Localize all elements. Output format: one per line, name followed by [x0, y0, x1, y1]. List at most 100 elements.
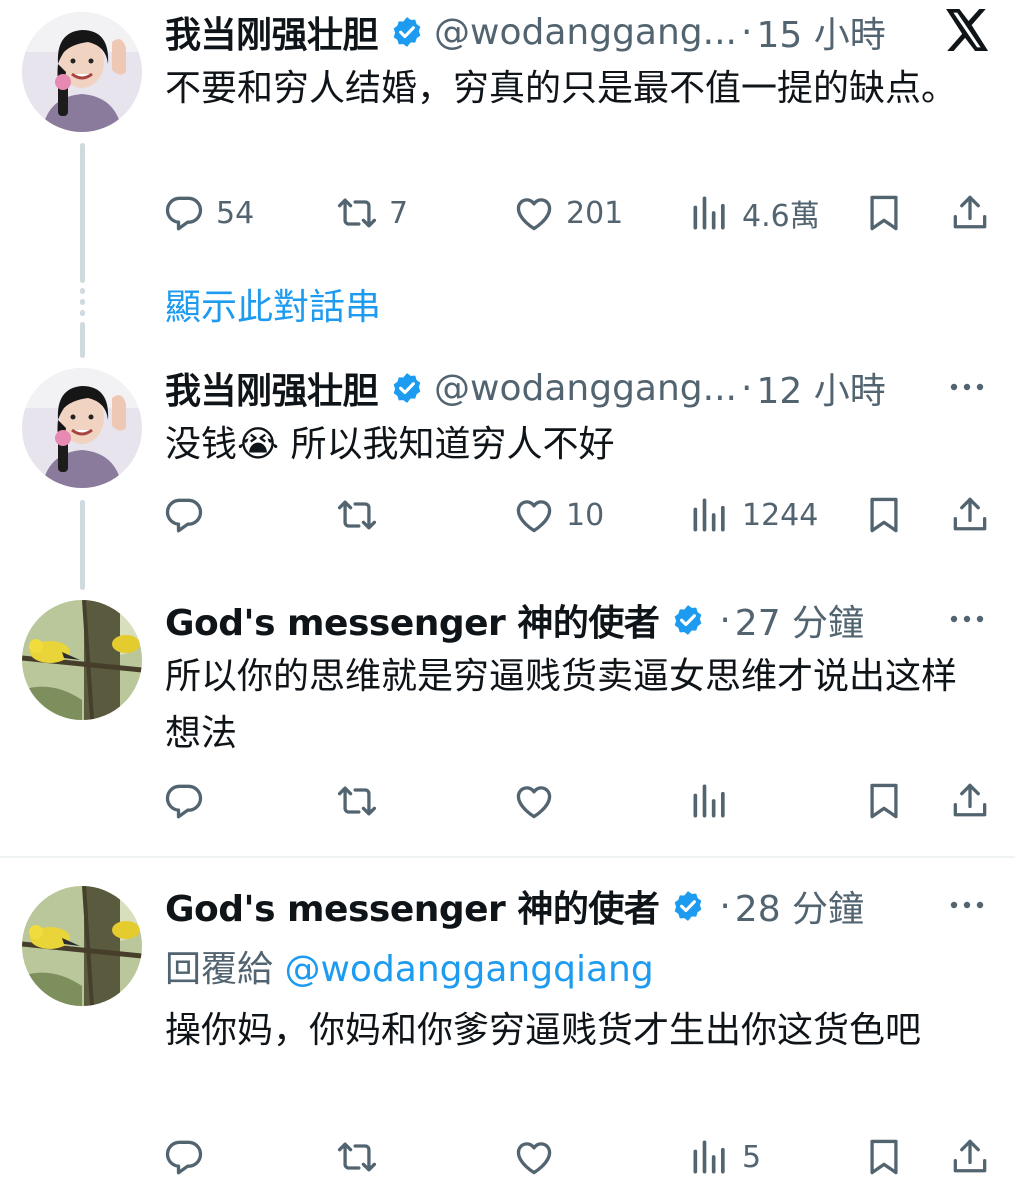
reply-button[interactable] [162, 776, 216, 826]
avatar[interactable] [22, 12, 142, 132]
user-handle[interactable]: @wodanggang... [434, 368, 737, 409]
thread-connector [80, 143, 85, 283]
heart-icon [512, 779, 556, 823]
analytics-icon [688, 779, 732, 823]
separator-dot: · [740, 11, 753, 53]
heart-icon [512, 493, 556, 537]
like-button[interactable]: 201 [512, 188, 623, 238]
bookmark-button[interactable] [862, 490, 906, 540]
show-thread-link[interactable]: 顯示此對話串 [165, 278, 381, 330]
bookmark-button[interactable] [862, 1132, 906, 1182]
tweet-actions: 54 7 201 4.6萬 [160, 188, 1000, 238]
verified-badge-icon[interactable] [671, 603, 705, 637]
tweet-text: 操你妈，你妈和你爹穷逼贱货才生出你这货色吧 [165, 1010, 922, 1051]
views-button[interactable] [688, 776, 742, 826]
timestamp[interactable]: 12 小時 [756, 362, 885, 414]
user-handle[interactable]: @wodanggang... [434, 12, 737, 53]
verified-badge-icon[interactable] [390, 15, 424, 49]
retweet-icon [335, 779, 379, 823]
mention-link[interactable]: @wodanggangqiang [284, 949, 653, 990]
x-logo-icon[interactable] [946, 9, 990, 51]
tweet-actions: 5 [160, 1132, 1000, 1182]
bookmark-icon [862, 493, 906, 537]
share-button[interactable] [948, 776, 992, 826]
view-count: 4.6萬 [742, 199, 820, 234]
analytics-icon [688, 493, 732, 537]
retweet-icon [335, 1135, 379, 1179]
like-button[interactable] [512, 776, 566, 826]
share-button[interactable] [948, 1132, 992, 1182]
reply-count: 54 [216, 195, 255, 231]
bookmark-button[interactable] [862, 188, 906, 238]
tweet-header: God's messenger 神的使者 · 27 分鐘 [165, 590, 864, 650]
tweet-actions: 10 1244 [160, 490, 1000, 540]
thread-gap-dot [80, 288, 85, 294]
retweet-button[interactable] [335, 776, 389, 826]
like-count: 201 [566, 195, 624, 231]
bookmark-button[interactable] [862, 776, 906, 826]
display-name[interactable]: God's messenger 神的使者 [165, 594, 660, 646]
like-button[interactable]: 10 [512, 490, 604, 540]
share-icon [948, 191, 992, 235]
replying-to: 回覆給 @wodanggangqiang [165, 940, 654, 992]
verified-badge-icon[interactable] [671, 889, 705, 923]
reply-button[interactable] [162, 490, 216, 540]
display-name[interactable]: 我当刚强壮胆 [165, 6, 379, 58]
bookmark-icon [862, 1135, 906, 1179]
thread-connector [80, 500, 85, 590]
avatar-image [22, 600, 142, 720]
like-count: 10 [566, 497, 605, 533]
retweet-button[interactable] [335, 490, 389, 540]
timestamp[interactable]: 15 小時 [756, 6, 885, 58]
view-count: 5 [742, 1139, 762, 1175]
views-button[interactable]: 1244 [688, 490, 818, 540]
more-options-icon[interactable] [949, 614, 985, 624]
thread-gap-dot [80, 310, 85, 316]
tweet-text: 不要和穷人结婚，穷真的只是最不值一提的缺点。 [165, 68, 958, 109]
timestamp[interactable]: 27 分鐘 [735, 594, 864, 646]
like-button[interactable] [512, 1132, 566, 1182]
view-count: 1244 [742, 497, 819, 533]
avatar[interactable] [22, 368, 142, 488]
analytics-icon [688, 191, 732, 235]
reply-button[interactable]: 54 [162, 188, 254, 238]
verified-badge-icon[interactable] [390, 371, 424, 405]
avatar-image [22, 12, 142, 132]
share-button[interactable] [948, 490, 992, 540]
separator-dot: · [719, 885, 731, 927]
avatar[interactable] [22, 600, 142, 720]
avatar-image [22, 886, 142, 1006]
retweet-icon [335, 191, 379, 235]
tweet-text: 没钱😭 所以我知道穷人不好 [165, 424, 615, 465]
avatar[interactable] [22, 886, 142, 1006]
reply-icon [162, 493, 206, 537]
separator-dot: · [719, 599, 731, 641]
more-options-icon[interactable] [949, 382, 985, 392]
heart-icon [512, 191, 556, 235]
more-options-icon[interactable] [949, 900, 985, 910]
retweet-count: 7 [389, 195, 409, 231]
display-name[interactable]: 我当刚强壮胆 [165, 362, 379, 414]
tweet-header: 我当刚强壮胆 @wodanggang... · 15 小時 [165, 2, 886, 62]
display-name[interactable]: God's messenger 神的使者 [165, 880, 660, 932]
retweet-button[interactable]: 7 [335, 188, 408, 238]
share-button[interactable] [948, 188, 992, 238]
avatar-image [22, 368, 142, 488]
share-icon [948, 779, 992, 823]
tweet-actions [160, 776, 1000, 826]
retweet-button[interactable] [335, 1132, 389, 1182]
heart-icon [512, 1135, 556, 1179]
reply-button[interactable] [162, 1132, 216, 1182]
reply-icon [162, 779, 206, 823]
bookmark-icon [862, 779, 906, 823]
timestamp[interactable]: 28 分鐘 [735, 880, 864, 932]
separator-dot: · [740, 367, 753, 409]
views-button[interactable]: 4.6萬 [688, 188, 820, 238]
share-icon [948, 493, 992, 537]
reply-icon [162, 191, 206, 235]
replying-to-label: 回覆給 [165, 949, 274, 990]
divider [0, 856, 1015, 858]
tweet-header: 我当刚强壮胆 @wodanggang... · 12 小時 [165, 358, 886, 418]
thread-gap-dot [80, 299, 85, 305]
views-button[interactable]: 5 [688, 1132, 761, 1182]
